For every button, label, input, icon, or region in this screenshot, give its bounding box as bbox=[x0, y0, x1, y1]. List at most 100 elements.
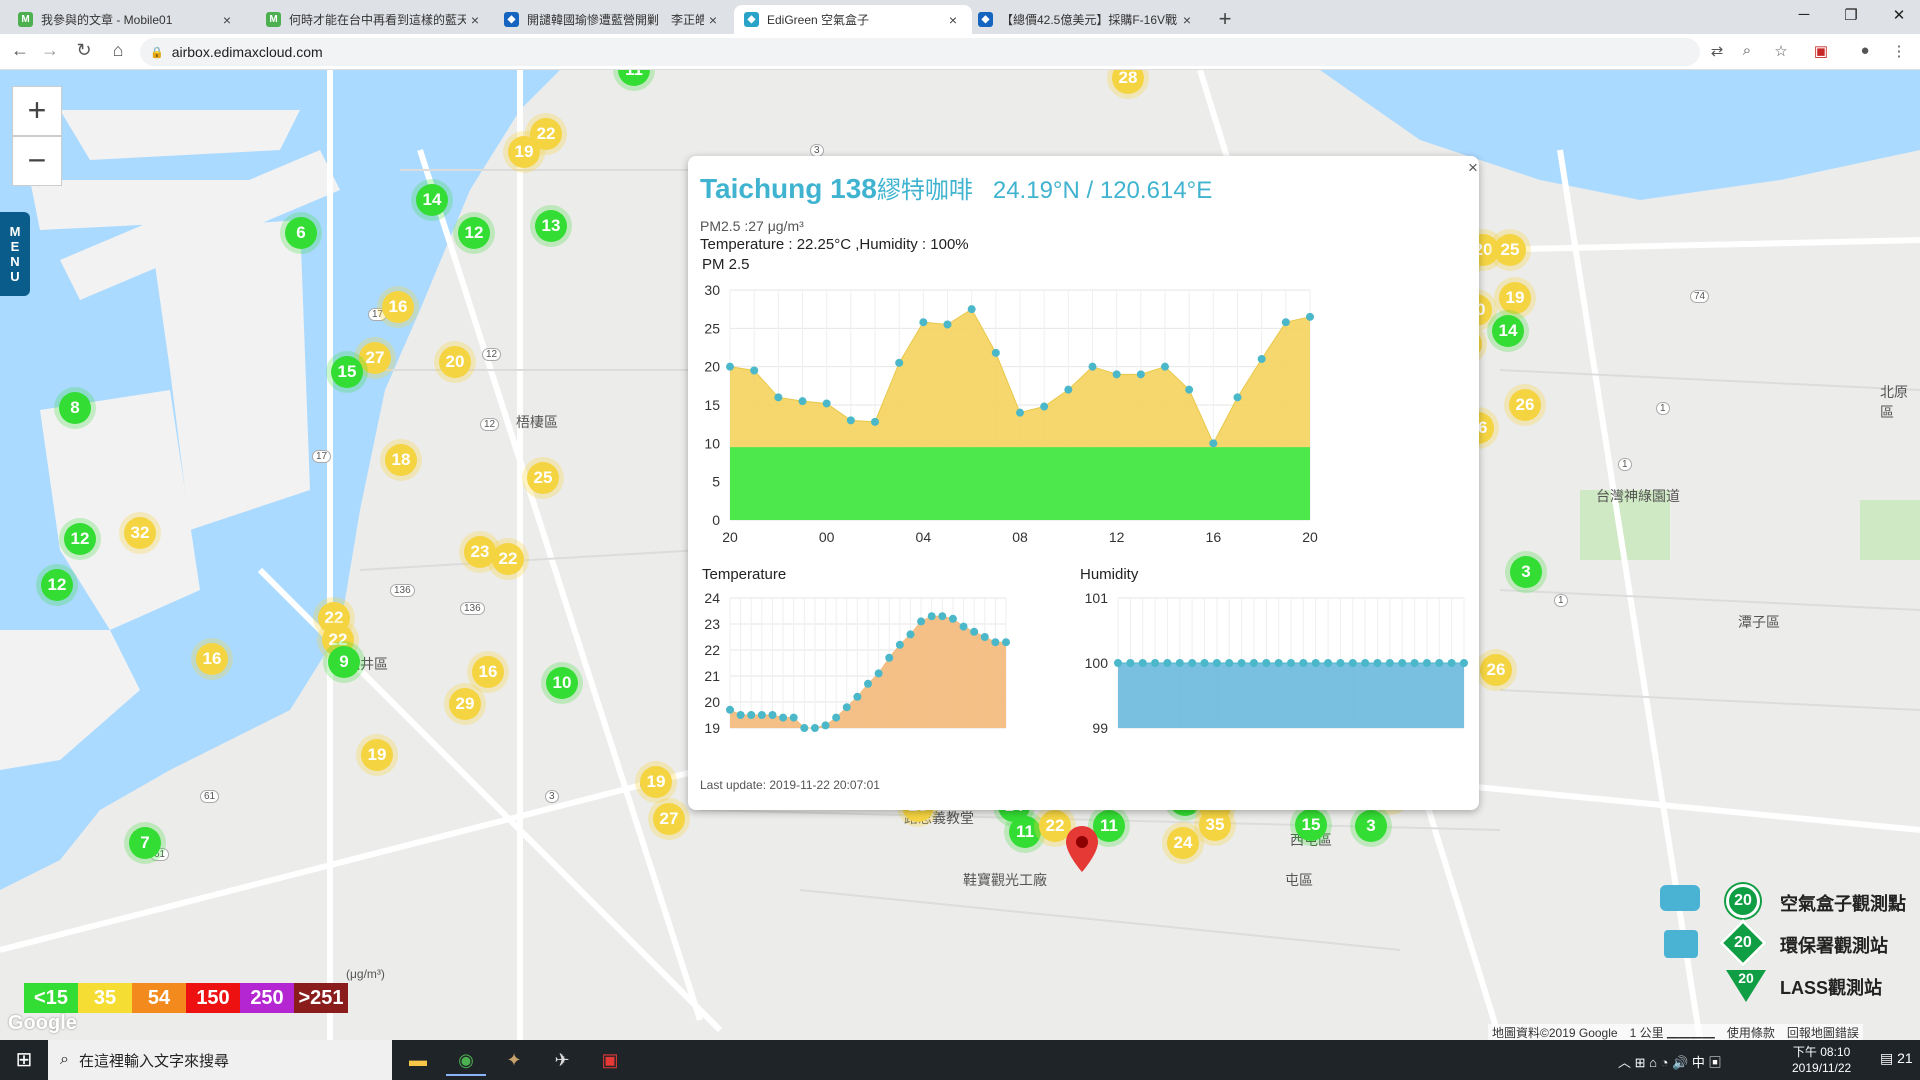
browser-tab-1[interactable]: M 何時才能在台中再看到這樣的藍天 × bbox=[256, 5, 494, 34]
tab-favicon-icon: M bbox=[266, 12, 281, 27]
clock-time: 下午 08:10 bbox=[1792, 1045, 1851, 1059]
station-marker[interactable]: 25 bbox=[527, 462, 559, 494]
station-marker[interactable]: 19 bbox=[508, 136, 540, 168]
map-place-label: 潭子區 bbox=[1738, 614, 1780, 630]
app-icon-1[interactable]: ✦ bbox=[494, 1044, 534, 1076]
station-marker[interactable]: 16 bbox=[196, 643, 228, 675]
chart-y-tick-label: 21 bbox=[704, 668, 720, 684]
station-marker[interactable]: 19 bbox=[1499, 282, 1531, 314]
new-tab-button[interactable]: + bbox=[1212, 6, 1238, 32]
station-marker[interactable]: 20 bbox=[439, 346, 471, 378]
close-window-icon[interactable]: ✕ bbox=[1884, 6, 1914, 24]
road-number-label: 3 bbox=[545, 790, 559, 803]
tab-close-icon[interactable]: × bbox=[466, 12, 484, 28]
back-icon[interactable]: ← bbox=[8, 40, 32, 61]
station-marker[interactable]: 12 bbox=[41, 569, 73, 601]
station-marker[interactable]: 3 bbox=[1355, 810, 1387, 842]
chart-x-tick-label: 12 bbox=[1109, 529, 1125, 545]
tab-close-icon[interactable]: × bbox=[218, 12, 236, 28]
station-marker[interactable]: 7 bbox=[129, 827, 161, 859]
browser-tab-3[interactable]: ◆ EdiGreen 空氣盒子 × bbox=[734, 5, 972, 34]
station-marker[interactable]: 14 bbox=[416, 184, 448, 216]
home-icon[interactable]: ⌂ bbox=[106, 40, 130, 61]
minimize-icon[interactable]: ─ bbox=[1789, 6, 1819, 23]
forward-icon[interactable]: → bbox=[38, 40, 62, 61]
station-marker[interactable]: 35 bbox=[1199, 809, 1231, 841]
station-marker[interactable]: 15 bbox=[1295, 809, 1327, 841]
chart-y-tick-label: 10 bbox=[704, 435, 720, 451]
station-marker[interactable]: 10 bbox=[546, 667, 578, 699]
station-marker[interactable]: 24 bbox=[1167, 827, 1199, 859]
system-tray[interactable]: ︿ ⊞ ⌂ ◔ 🔊 中 ▣ bbox=[1618, 1052, 1721, 1071]
chart-data-point bbox=[991, 638, 1000, 647]
station-marker[interactable]: 14 bbox=[1492, 315, 1524, 347]
road-number-label: 1 bbox=[1618, 458, 1632, 471]
chart-y-tick-label: 20 bbox=[704, 694, 720, 710]
station-marker[interactable]: 13 bbox=[535, 210, 567, 242]
menu-tab[interactable]: MENU bbox=[0, 212, 30, 296]
station-marker[interactable]: 18 bbox=[385, 444, 417, 476]
taskbar-search[interactable]: ⌕ 在這裡輸入文字來搜尋 bbox=[48, 1040, 392, 1080]
tab-close-icon[interactable]: × bbox=[704, 12, 722, 28]
browser-tab-4[interactable]: ◆ 【總價42.5億美元】採購F-16V戰 × bbox=[968, 5, 1206, 34]
browser-tab-2[interactable]: ◆ 開譴韓國瑜慘遭藍營開剿 李正皓 × bbox=[494, 5, 732, 34]
aqi-legend-item: 150 bbox=[186, 983, 240, 1013]
station-marker[interactable]: 22 bbox=[492, 543, 524, 575]
station-marker[interactable]: 15 bbox=[331, 356, 363, 388]
profile-icon[interactable]: ● bbox=[1854, 42, 1876, 59]
station-marker[interactable]: 25 bbox=[1494, 234, 1526, 266]
zoom-in-button[interactable]: + bbox=[12, 86, 62, 136]
zoom-icon[interactable]: ⌕ bbox=[1736, 42, 1758, 59]
chart-y-tick-label: 24 bbox=[704, 590, 720, 606]
station-marker[interactable]: 29 bbox=[449, 688, 481, 720]
translate-icon[interactable]: ⇄ bbox=[1706, 42, 1728, 60]
zoom-out-button[interactable]: − bbox=[12, 136, 62, 186]
station-marker[interactable]: 12 bbox=[458, 217, 490, 249]
last-update-text: Last update: 2019-11-22 20:07:01 bbox=[700, 778, 880, 792]
map-place-label: 北原區 bbox=[1880, 384, 1908, 420]
station-marker[interactable]: 23 bbox=[464, 536, 496, 568]
browser-menu-icon[interactable]: ⋮ bbox=[1888, 42, 1910, 60]
taskbar-clock[interactable]: 下午 08:10 2019/11/22 bbox=[1792, 1044, 1851, 1076]
chart-y-tick-label: 22 bbox=[704, 642, 720, 658]
app-icon-2[interactable]: ✈ bbox=[542, 1044, 582, 1076]
station-marker[interactable]: 9 bbox=[328, 646, 360, 678]
tab-close-icon[interactable]: × bbox=[1178, 12, 1196, 28]
station-marker[interactable]: 32 bbox=[124, 517, 156, 549]
reload-icon[interactable]: ↻ bbox=[72, 40, 96, 61]
extension-icon[interactable]: ▣ bbox=[1810, 42, 1832, 60]
windows-start-icon[interactable]: ⊞ bbox=[0, 1040, 48, 1080]
station-marker[interactable]: 19 bbox=[361, 739, 393, 771]
station-marker[interactable]: 26 bbox=[1509, 389, 1541, 421]
chart-data-point bbox=[821, 721, 830, 730]
notification-icon[interactable]: ▤ 21 bbox=[1880, 1050, 1913, 1067]
station-marker[interactable]: 11 bbox=[1009, 816, 1041, 848]
chart-data-point bbox=[1002, 638, 1010, 647]
chrome-icon[interactable]: ◉ bbox=[446, 1044, 486, 1076]
app-icon-3[interactable]: ▣ bbox=[590, 1044, 630, 1076]
address-bar[interactable]: 🔒 airbox.edimaxcloud.com bbox=[140, 38, 1700, 66]
station-marker[interactable]: 8 bbox=[59, 392, 91, 424]
station-marker[interactable]: 3 bbox=[1510, 556, 1542, 588]
tab-label: EdiGreen 空氣盒子 bbox=[767, 13, 870, 27]
station-marker[interactable]: 27 bbox=[359, 342, 391, 374]
chart-data-point bbox=[885, 653, 894, 662]
maximize-icon[interactable]: ❐ bbox=[1836, 6, 1866, 24]
station-marker[interactable]: 12 bbox=[64, 523, 96, 555]
station-marker[interactable]: 26 bbox=[1480, 654, 1512, 686]
file-explorer-icon[interactable]: ▬ bbox=[398, 1044, 438, 1076]
station-marker[interactable]: 16 bbox=[472, 656, 504, 688]
station-marker[interactable]: 19 bbox=[640, 766, 672, 798]
selected-location-pin-icon[interactable] bbox=[1066, 826, 1098, 872]
browser-tab-0[interactable]: M 我參與的文章 - Mobile01 × bbox=[8, 5, 246, 34]
station-marker[interactable]: 6 bbox=[285, 217, 317, 249]
bookmark-star-icon[interactable]: ☆ bbox=[1770, 42, 1792, 60]
station-marker[interactable]: 16 bbox=[382, 291, 414, 323]
tab-close-icon[interactable]: × bbox=[944, 12, 962, 28]
map-attribution[interactable]: 地圖資料©2019 Google 1 公里 ▁▁▁▁ 使用條款 回報地圖錯誤 bbox=[1488, 1024, 1863, 1040]
chart-y-tick-label: 101 bbox=[1085, 590, 1109, 606]
station-marker[interactable]: 27 bbox=[653, 803, 685, 835]
chart-data-point bbox=[1200, 659, 1209, 667]
chart-area-fill bbox=[1118, 663, 1464, 728]
chart-data-point bbox=[1299, 659, 1308, 667]
